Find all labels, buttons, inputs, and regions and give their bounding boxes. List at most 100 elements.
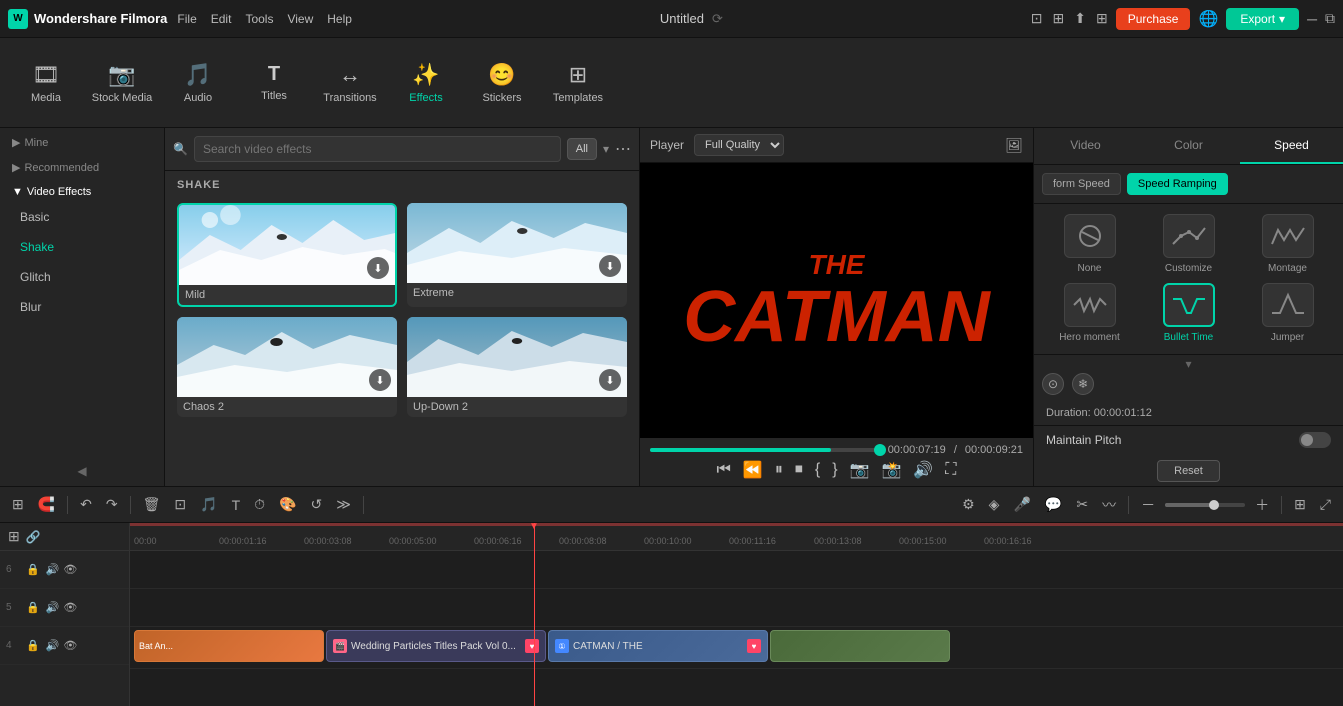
- zoom-in-icon[interactable]: ＋: [1251, 493, 1273, 517]
- mark-icon[interactable]: ◈: [985, 494, 1004, 515]
- menu-tools[interactable]: Tools: [245, 12, 273, 26]
- track-audio-icon-6[interactable]: 🔊: [46, 563, 60, 576]
- audio-tool-icon[interactable]: 🎵: [196, 494, 221, 515]
- blur-item[interactable]: Blur: [0, 292, 164, 322]
- rotate-icon[interactable]: ↺: [307, 494, 327, 515]
- speed-option-customize[interactable]: Customize: [1143, 214, 1234, 275]
- speed-option-hero-moment[interactable]: Hero moment: [1044, 283, 1135, 344]
- voiceover-icon[interactable]: 💬: [1041, 494, 1066, 515]
- effect-card-chaos2[interactable]: ⬇ Chaos 2: [177, 317, 397, 417]
- toolbar-audio[interactable]: 🎵 Audio: [162, 45, 234, 121]
- crop-icon[interactable]: ⊡: [170, 494, 190, 515]
- basic-item[interactable]: Basic: [0, 202, 164, 232]
- toolbar-templates[interactable]: ⊞ Templates: [542, 45, 614, 121]
- clip-catman[interactable]: ① CATMAN / THE ♥: [548, 630, 768, 662]
- tab-video[interactable]: Video: [1034, 128, 1137, 164]
- track-eye-icon-6[interactable]: 👁: [63, 563, 77, 576]
- toolbar-media[interactable]: 🎞 Media: [10, 45, 82, 121]
- minimize-icon[interactable]: ─: [1307, 11, 1317, 27]
- add-clip-icon[interactable]: ⊞: [8, 528, 20, 545]
- grid-view-icon[interactable]: ⊞: [1290, 494, 1310, 515]
- track-lock-icon-4[interactable]: 🔒: [26, 639, 40, 652]
- delete-icon[interactable]: 🗑: [139, 494, 165, 515]
- fullscreen-icon[interactable]: ⊡: [1031, 10, 1043, 27]
- maintain-pitch-toggle[interactable]: [1299, 432, 1331, 448]
- quality-select[interactable]: Full Quality: [694, 134, 784, 156]
- effect-card-mild[interactable]: ⬇ Mild: [177, 203, 397, 307]
- form-speed-tab[interactable]: form Speed: [1042, 173, 1121, 195]
- track-lock-icon-6[interactable]: 🔒: [26, 563, 40, 576]
- wave-icon[interactable]: 〰: [1098, 493, 1120, 517]
- speed-option-none[interactable]: None: [1044, 214, 1135, 275]
- track-audio-icon-4[interactable]: 🔊: [46, 639, 60, 652]
- speed-ramping-tab[interactable]: Speed Ramping: [1127, 173, 1228, 195]
- more-options-icon[interactable]: ⋯: [615, 139, 631, 159]
- progress-track[interactable]: [650, 448, 880, 452]
- zoom-slider[interactable]: [1165, 503, 1245, 507]
- reset-button[interactable]: Reset: [1157, 460, 1220, 482]
- settings-icon[interactable]: ⚙: [958, 494, 979, 515]
- menu-file[interactable]: File: [177, 12, 196, 26]
- track-lock-icon-5[interactable]: 🔒: [26, 601, 40, 614]
- mine-section[interactable]: ▶ Mine: [0, 128, 164, 153]
- toolbar-stickers[interactable]: 😊 Stickers: [466, 45, 538, 121]
- fullscreen-icon[interactable]: ⛶: [945, 461, 956, 479]
- screenshot-icon[interactable]: 📷: [850, 460, 870, 480]
- expand-options-btn[interactable]: ▾: [1034, 355, 1343, 373]
- filter-button[interactable]: All: [567, 138, 597, 160]
- volume-icon[interactable]: 🔊: [913, 460, 933, 480]
- effect-card-updown2[interactable]: ⬇ Up-Down 2: [407, 317, 627, 417]
- toolbar-transitions[interactable]: ↔ Transitions: [314, 45, 386, 121]
- menu-edit[interactable]: Edit: [211, 12, 232, 26]
- globe-icon[interactable]: 🌐: [1198, 9, 1218, 29]
- tab-speed[interactable]: Speed: [1240, 128, 1343, 164]
- track-audio-icon-5[interactable]: 🔊: [46, 601, 60, 614]
- mark-out-icon[interactable]: }: [832, 461, 837, 479]
- layout-icon[interactable]: ⊞: [1053, 10, 1065, 27]
- clip-extra[interactable]: [770, 630, 950, 662]
- camera-icon[interactable]: 📸: [881, 460, 901, 480]
- track-eye-icon-4[interactable]: 👁: [63, 639, 77, 652]
- mic-icon[interactable]: 🎤: [1009, 494, 1034, 515]
- video-effects-section[interactable]: ▼ Video Effects: [0, 178, 164, 202]
- expand-icon[interactable]: ⤢: [1316, 494, 1335, 515]
- glitch-item[interactable]: Glitch: [0, 262, 164, 292]
- effect-card-extreme[interactable]: ⬇ Extreme: [407, 203, 627, 307]
- color-tool-icon[interactable]: 🎨: [275, 494, 300, 515]
- toolbar-stock[interactable]: 📷 Stock Media: [86, 45, 158, 121]
- mild-download-icon[interactable]: ⬇: [367, 257, 389, 279]
- track-eye-icon-5[interactable]: 👁: [63, 601, 77, 614]
- export-button[interactable]: Export ▾: [1226, 8, 1299, 30]
- skip-back-icon[interactable]: ⏮: [716, 461, 730, 479]
- tab-color[interactable]: Color: [1137, 128, 1240, 164]
- snowflake-icon[interactable]: ❄: [1072, 373, 1094, 395]
- stop-icon[interactable]: ⏹: [795, 461, 803, 479]
- updown2-download-icon[interactable]: ⬇: [599, 369, 621, 391]
- menu-help[interactable]: Help: [327, 12, 352, 26]
- cut-icon[interactable]: ✂: [1072, 494, 1092, 515]
- toolbar-effects[interactable]: ✨ Effects: [390, 45, 462, 121]
- zoom-out-icon[interactable]: －: [1137, 493, 1159, 517]
- speed-tool-icon[interactable]: ⏱: [250, 494, 269, 515]
- play-icon[interactable]: ⏸: [775, 461, 783, 479]
- clip-bat[interactable]: Bat An...: [134, 630, 324, 662]
- speed-option-jumper[interactable]: Jumper: [1242, 283, 1333, 344]
- add-track-icon[interactable]: ⊞: [8, 494, 28, 515]
- recommended-section[interactable]: ▶ Recommended: [0, 153, 164, 178]
- text-tool-icon[interactable]: T: [228, 495, 245, 515]
- menu-view[interactable]: View: [287, 12, 313, 26]
- mark-in-icon[interactable]: {: [815, 461, 820, 479]
- purchase-button[interactable]: Purchase: [1116, 8, 1191, 30]
- share-icon[interactable]: ⬆: [1074, 10, 1086, 27]
- speed-option-bullet-time[interactable]: Bullet Time: [1143, 283, 1234, 344]
- link-icon[interactable]: 🔗: [26, 530, 41, 544]
- more-tools-icon[interactable]: ≫: [332, 494, 355, 515]
- clip-wedding[interactable]: 🎬 Wedding Particles Titles Pack Vol 0...…: [326, 630, 546, 662]
- frame-back-icon[interactable]: ⏪: [743, 460, 763, 480]
- apps-icon[interactable]: ⊞: [1096, 10, 1108, 27]
- image-icon[interactable]: 🖼: [1005, 137, 1023, 154]
- undo-icon[interactable]: ↶: [76, 494, 96, 515]
- redo-icon[interactable]: ↷: [102, 494, 122, 515]
- freeze-icon[interactable]: ⊙: [1042, 373, 1064, 395]
- speed-option-montage[interactable]: Montage: [1242, 214, 1333, 275]
